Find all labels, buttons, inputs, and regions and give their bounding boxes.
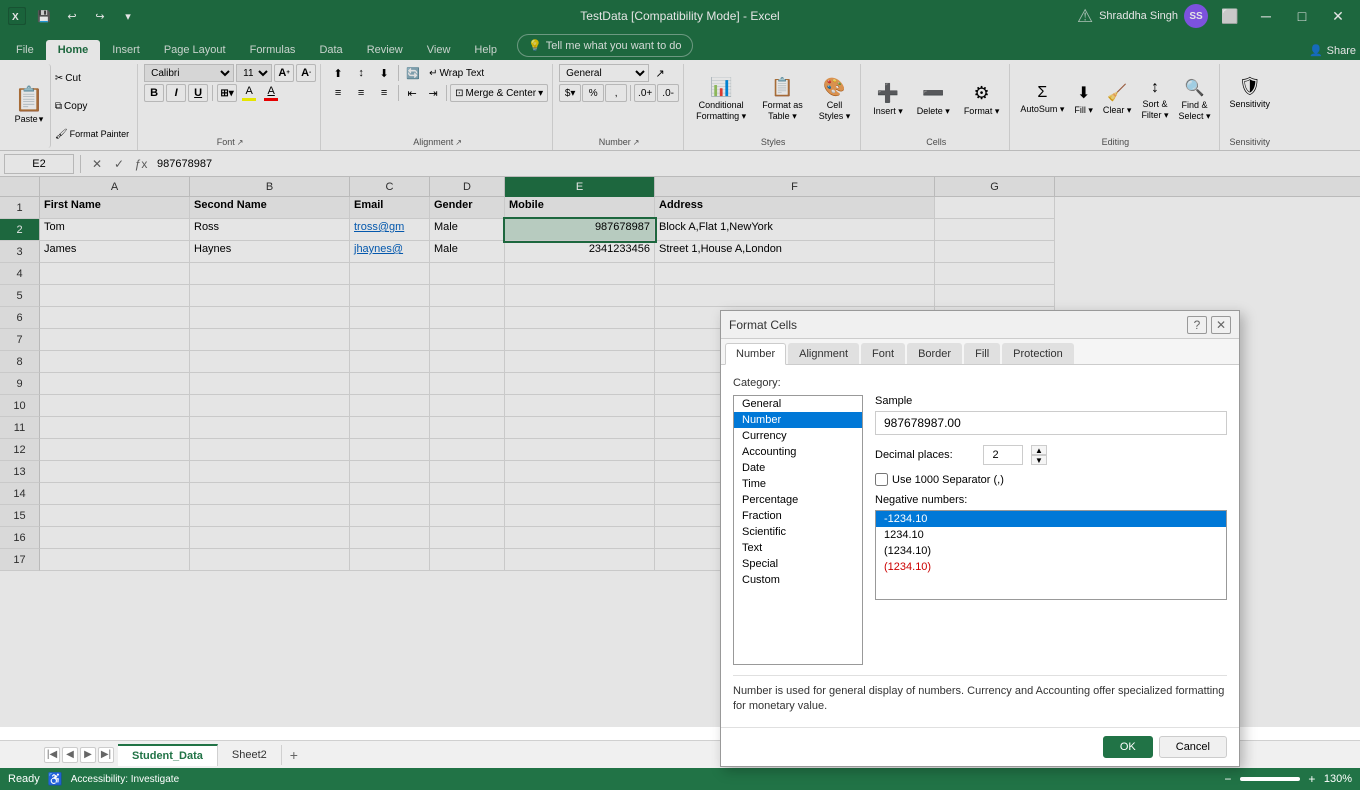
category-time[interactable]: Time xyxy=(734,476,862,492)
sheet-nav-first[interactable]: |◀ xyxy=(44,747,60,763)
category-number[interactable]: Number xyxy=(734,412,862,428)
sheet-nav-prev[interactable]: ◀ xyxy=(62,747,78,763)
dialog-title: Format Cells xyxy=(729,318,797,332)
add-sheet-btn[interactable]: + xyxy=(282,743,306,767)
negative-option-0[interactable]: -1234.10 xyxy=(876,511,1226,527)
sheet-nav-last[interactable]: ▶| xyxy=(98,747,114,763)
category-list[interactable]: General Number Currency Accounting Date … xyxy=(733,395,863,665)
category-accounting[interactable]: Accounting xyxy=(734,444,862,460)
zoom-percentage[interactable]: 130% xyxy=(1324,773,1352,785)
accessibility-icon: ♿ xyxy=(48,772,63,786)
zoom-in-btn[interactable]: + xyxy=(1304,771,1320,787)
separator-checkbox[interactable] xyxy=(875,473,888,486)
category-currency[interactable]: Currency xyxy=(734,428,862,444)
zoom-slider[interactable] xyxy=(1240,777,1300,781)
sheet-nav-next[interactable]: ▶ xyxy=(80,747,96,763)
dialog-tab-bar: Number Alignment Font Border Fill Protec… xyxy=(721,339,1239,365)
dialog-body: Category: General Number Currency Accoun… xyxy=(721,365,1239,727)
negative-option-1[interactable]: 1234.10 xyxy=(876,527,1226,543)
category-label: Category: xyxy=(733,377,1227,389)
format-cells-dialog: Format Cells ? ✕ Number Alignment Font B… xyxy=(720,310,1240,767)
sample-value: 987678987.00 xyxy=(875,411,1227,435)
dialog-tab-alignment[interactable]: Alignment xyxy=(788,343,859,364)
negative-numbers-label: Negative numbers: xyxy=(875,494,1227,506)
decimal-places-row: Decimal places: ▲ ▼ xyxy=(875,445,1227,465)
decimal-down-btn[interactable]: ▼ xyxy=(1031,455,1047,465)
dialog-close-btn[interactable]: ✕ xyxy=(1211,316,1231,334)
sheet-tab-student-data[interactable]: Student_Data xyxy=(118,744,218,766)
decimal-places-label: Decimal places: xyxy=(875,449,975,461)
category-special[interactable]: Special xyxy=(734,556,862,572)
dialog-tab-number[interactable]: Number xyxy=(725,343,786,365)
category-percentage[interactable]: Percentage xyxy=(734,492,862,508)
dialog-two-col: General Number Currency Accounting Date … xyxy=(733,395,1227,665)
dialog-tab-border[interactable]: Border xyxy=(907,343,962,364)
category-date[interactable]: Date xyxy=(734,460,862,476)
separator-label[interactable]: Use 1000 Separator (,) xyxy=(892,474,1004,486)
category-custom[interactable]: Custom xyxy=(734,572,862,588)
separator-checkbox-row: Use 1000 Separator (,) xyxy=(875,473,1227,486)
dialog-controls: ? ✕ xyxy=(1187,316,1231,334)
sample-box: Sample 987678987.00 xyxy=(875,395,1227,435)
decimal-spinner: ▲ ▼ xyxy=(1031,445,1047,465)
status-bar: Ready ♿ Accessibility: Investigate − + 1… xyxy=(0,768,1360,790)
zoom-control: − + 130% xyxy=(1216,771,1352,787)
category-text[interactable]: Text xyxy=(734,540,862,556)
sheet-tabs: |◀ ◀ ▶ ▶| Student_Data Sheet2 + xyxy=(0,740,1360,768)
sheet-nav: |◀ ◀ ▶ ▶| xyxy=(40,747,118,763)
accessibility-label: Accessibility: Investigate xyxy=(71,774,179,785)
dialog-title-bar: Format Cells ? ✕ xyxy=(721,311,1239,339)
category-scientific[interactable]: Scientific xyxy=(734,524,862,540)
dialog-help-btn[interactable]: ? xyxy=(1187,316,1207,334)
format-options: Sample 987678987.00 Decimal places: ▲ ▼ … xyxy=(875,395,1227,665)
dialog-tab-protection[interactable]: Protection xyxy=(1002,343,1074,364)
status-ready: Ready xyxy=(8,773,40,785)
negative-numbers-list[interactable]: -1234.10 1234.10 (1234.10) (1234.10) xyxy=(875,510,1227,600)
sheet-tab-sheet2[interactable]: Sheet2 xyxy=(218,745,282,765)
zoom-out-btn[interactable]: − xyxy=(1220,771,1236,787)
category-fraction[interactable]: Fraction xyxy=(734,508,862,524)
negative-option-3[interactable]: (1234.10) xyxy=(876,559,1226,575)
dialog-tab-fill[interactable]: Fill xyxy=(964,343,1000,364)
negative-option-2[interactable]: (1234.10) xyxy=(876,543,1226,559)
sample-label: Sample xyxy=(875,395,1227,407)
decimal-up-btn[interactable]: ▲ xyxy=(1031,445,1047,455)
dialog-tab-font[interactable]: Font xyxy=(861,343,905,364)
dialog-description: Number is used for general display of nu… xyxy=(733,675,1227,715)
decimal-places-input[interactable] xyxy=(983,445,1023,465)
category-general[interactable]: General xyxy=(734,396,862,412)
